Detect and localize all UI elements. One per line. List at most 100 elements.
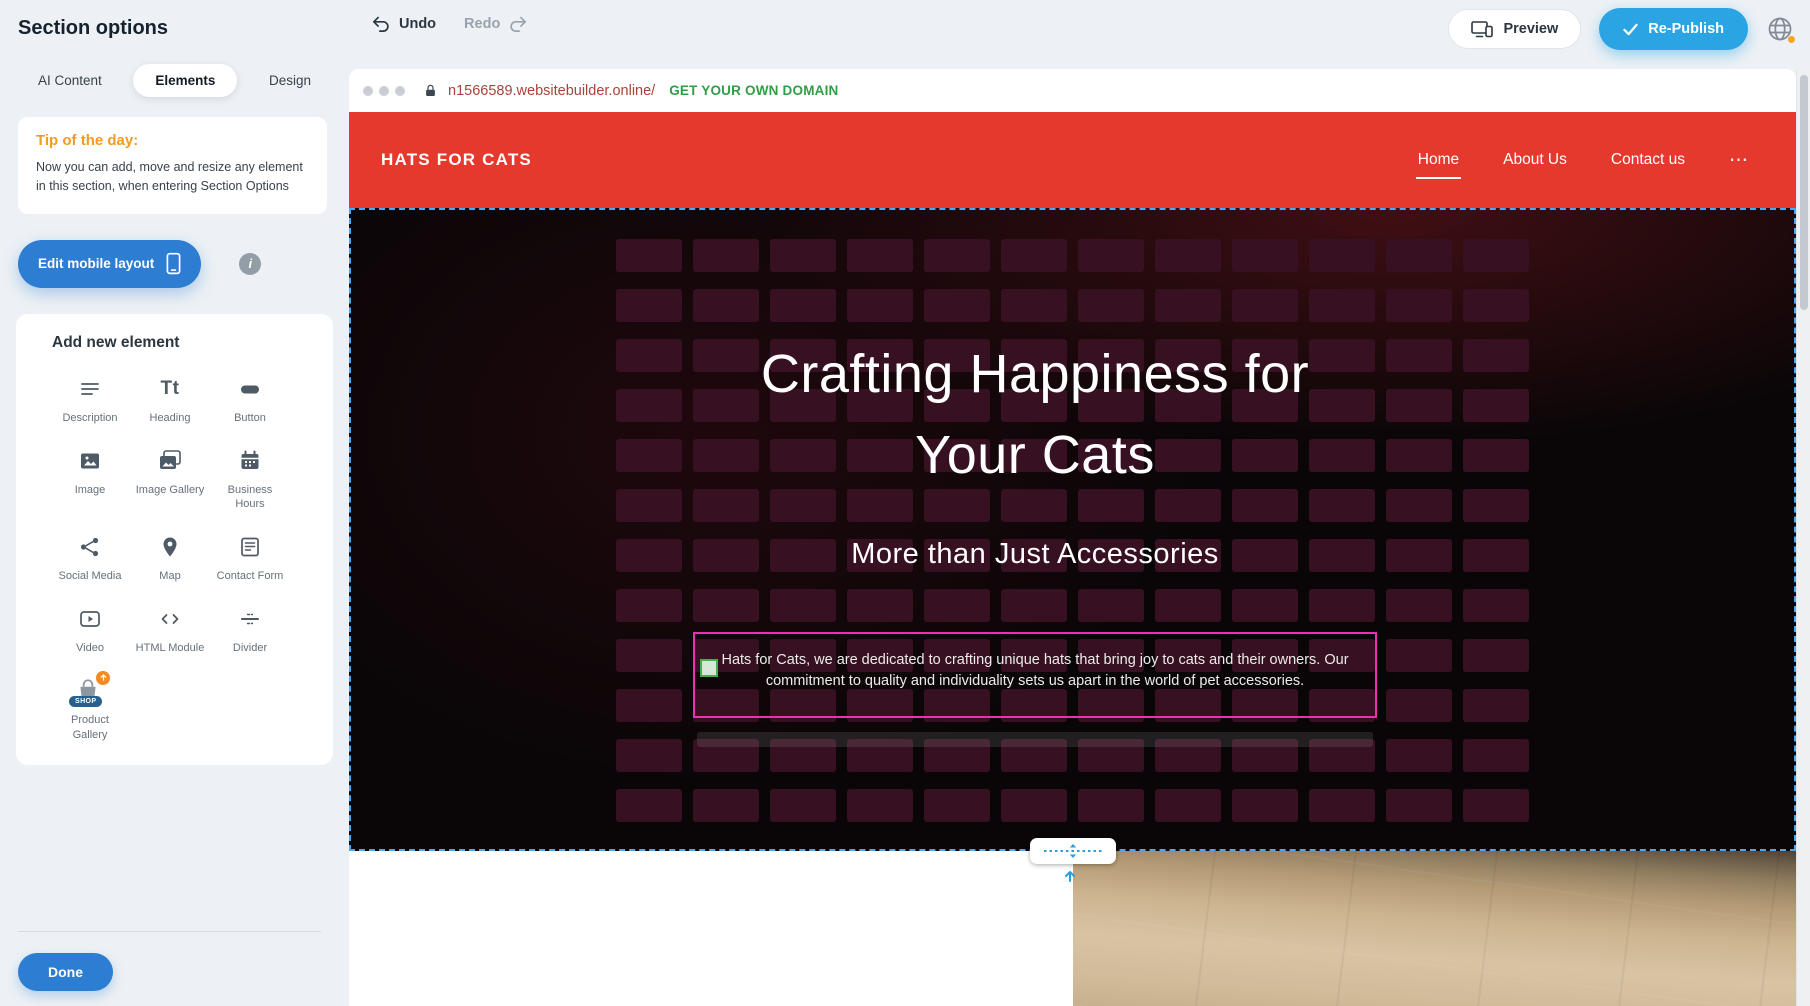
hero-grid-cell [616, 589, 682, 622]
mobile-phone-icon [166, 252, 181, 275]
hero-paragraph[interactable]: Hats for Cats, we are dedicated to craft… [703, 650, 1367, 692]
nav-about-us[interactable]: About Us [1503, 151, 1567, 169]
tab-elements[interactable]: Elements [133, 64, 237, 97]
add-element-product-gallery[interactable]: SHOP Product Gallery [50, 676, 130, 743]
lock-icon [423, 83, 438, 99]
html-module-icon [158, 604, 182, 634]
hero-grid-cell [1309, 789, 1375, 822]
add-element-heading[interactable]: Tt Heading [130, 374, 210, 426]
hero-grid-cell [1386, 289, 1452, 322]
preview-button[interactable]: Preview [1448, 9, 1581, 49]
hero-grid-cell [1155, 789, 1221, 822]
add-element-image-gallery[interactable]: Image Gallery [130, 446, 210, 513]
next-section-photo[interactable] [1073, 851, 1796, 1006]
add-element-panel: Add new element Description Tt Heading B… [16, 314, 333, 765]
hero-grid-cell [1386, 739, 1452, 772]
hero-grid-cell [616, 339, 682, 372]
hero-grid-cell [1309, 239, 1375, 272]
hero-section-selected[interactable]: Crafting Happiness for Your Cats More th… [349, 208, 1796, 851]
add-element-image[interactable]: Image [50, 446, 130, 513]
get-domain-link[interactable]: GET YOUR OWN DOMAIN [669, 83, 838, 98]
hero-grid-cell [1386, 639, 1452, 672]
text-element-selected[interactable]: Hats for Cats, we are dedicated to craft… [693, 632, 1377, 718]
add-element-html-module[interactable]: HTML Module [130, 604, 210, 656]
overlay-strip [697, 732, 1373, 747]
section-resize-handle[interactable] [1030, 838, 1116, 864]
hero-grid-cell [770, 289, 836, 322]
site-nav: Home About Us Contact us ⋯ [1418, 149, 1750, 172]
hero-grid-cell [616, 539, 682, 572]
hero-grid-cell [1001, 239, 1067, 272]
republish-button[interactable]: Re-Publish [1599, 8, 1748, 50]
add-element-map[interactable]: Map [130, 532, 210, 584]
collapse-section-arrow[interactable] [1061, 869, 1079, 883]
info-icon[interactable]: i [239, 253, 261, 275]
tab-design[interactable]: Design [259, 64, 321, 97]
hero-grid-cell [924, 289, 990, 322]
edit-mobile-layout-button[interactable]: Edit mobile layout [18, 240, 201, 288]
done-button[interactable]: Done [18, 953, 113, 991]
element-label: Image Gallery [136, 483, 204, 498]
history-controls: Undo Redo [372, 15, 527, 32]
hero-grid-cell [924, 589, 990, 622]
element-label: Product Gallery [54, 713, 126, 743]
republish-label: Re-Publish [1648, 21, 1724, 37]
add-element-social-media[interactable]: Social Media [50, 532, 130, 584]
hero-grid-cell [1386, 539, 1452, 572]
topbar: Section options Undo Redo Preview Re-Pub… [0, 0, 1810, 58]
hero-grid-cell [616, 739, 682, 772]
hero-grid-cell [924, 239, 990, 272]
add-element-business-hours[interactable]: Business Hours [210, 446, 290, 513]
contact-form-icon [238, 532, 262, 562]
hero-grid-cell [616, 289, 682, 322]
page-title: Section options [18, 17, 168, 40]
element-label: HTML Module [136, 641, 205, 656]
element-label: Divider [233, 641, 267, 656]
image-icon [78, 446, 102, 476]
element-label: Heading [150, 411, 191, 426]
topbar-actions: Preview Re-Publish [1448, 8, 1794, 50]
add-element-description[interactable]: Description [50, 374, 130, 426]
hero-grid-cell [1155, 589, 1221, 622]
add-element-title: Add new element [52, 334, 325, 352]
language-globe-button[interactable] [1766, 15, 1794, 43]
redo-button[interactable]: Redo [464, 15, 527, 32]
site-header[interactable]: HATS FOR CATS Home About Us Contact us ⋯ [349, 112, 1796, 208]
redo-label: Redo [464, 16, 500, 32]
add-element-video[interactable]: Video [50, 604, 130, 656]
element-label: Map [159, 569, 180, 584]
hero-grid-cell [1463, 489, 1529, 522]
site-logo[interactable]: HATS FOR CATS [381, 150, 532, 170]
hero-subheading[interactable]: More than Just Accessories [685, 538, 1385, 571]
tab-ai-content[interactable]: AI Content [28, 64, 112, 97]
element-drag-handle[interactable] [700, 659, 718, 677]
hero-grid-cell [847, 289, 913, 322]
undo-icon [372, 15, 391, 32]
add-element-divider[interactable]: Divider [210, 604, 290, 656]
nav-contact-us[interactable]: Contact us [1611, 151, 1685, 169]
add-element-contact-form[interactable]: Contact Form [210, 532, 290, 584]
hero-grid-cell [1386, 439, 1452, 472]
tip-title: Tip of the day: [36, 132, 309, 149]
mobile-layout-row: Edit mobile layout i [18, 240, 349, 288]
nav-more-icon[interactable]: ⋯ [1729, 149, 1750, 172]
hero-grid-cell [1463, 289, 1529, 322]
preview-label: Preview [1503, 21, 1558, 37]
hero-grid-cell [1463, 239, 1529, 272]
element-label: Description [62, 411, 117, 426]
nav-home[interactable]: Home [1418, 151, 1459, 169]
window-dot [395, 86, 405, 96]
undo-button[interactable]: Undo [372, 15, 436, 32]
hero-grid-cell [1001, 289, 1067, 322]
hero-grid-cell [1232, 789, 1298, 822]
hero-grid-cell [1001, 589, 1067, 622]
site-url[interactable]: n1566589.websitebuilder.online/ [448, 83, 655, 99]
hero-grid-cell [1463, 339, 1529, 372]
notification-dot [1787, 35, 1796, 44]
hero-grid-cell [770, 789, 836, 822]
hero-heading[interactable]: Crafting Happiness for Your Cats [715, 334, 1355, 496]
hero-grid-cell [1155, 289, 1221, 322]
add-element-button[interactable]: Button [210, 374, 290, 426]
editor-canvas: n1566589.websitebuilder.online/ GET YOUR… [349, 69, 1796, 1006]
scrollbar-thumb[interactable] [1800, 75, 1808, 310]
